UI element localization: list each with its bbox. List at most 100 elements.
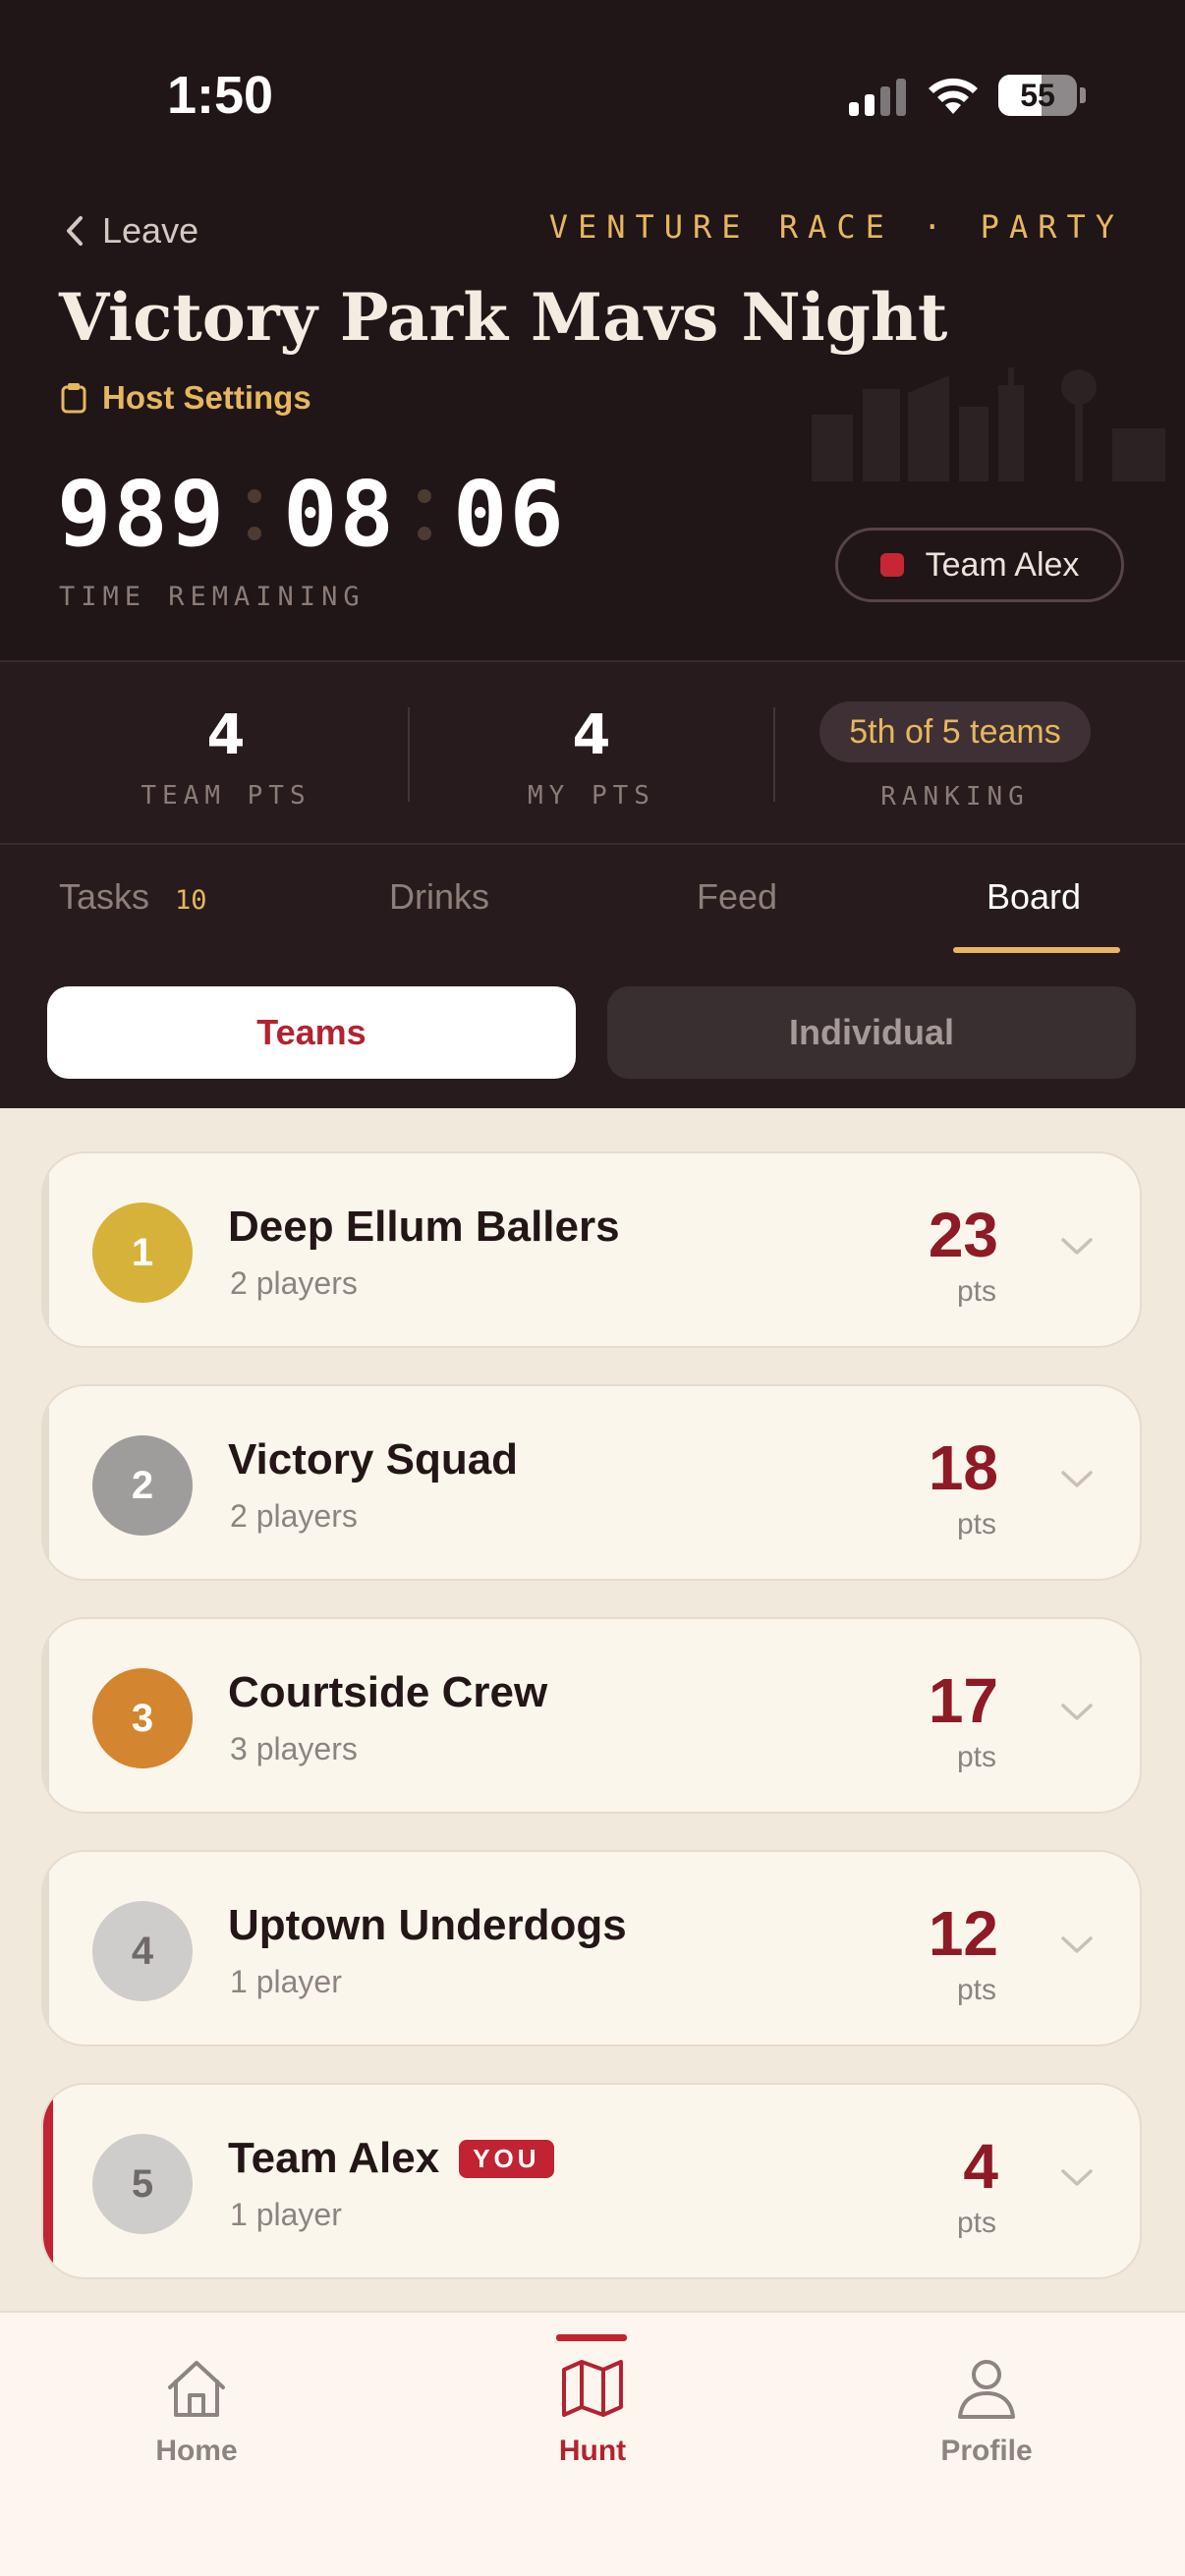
ranking-stat: 5th of 5 teams RANKING	[788, 701, 1122, 812]
divider	[0, 660, 1185, 662]
team-name-text: Courtside Crew	[228, 1668, 548, 1716]
team-points-value: 4	[206, 703, 246, 767]
divider	[0, 843, 1185, 845]
event-tagline: VENTURE RACE · PARTY	[548, 208, 1124, 246]
row-accent-stripe	[43, 2085, 53, 2277]
rank-badge: 2	[92, 1435, 193, 1536]
tab-feed[interactable]: Feed	[697, 876, 777, 918]
my-points-label: MY PTS	[528, 781, 655, 811]
points-unit: pts	[956, 1275, 996, 1308]
team-points-stat: 4 TEAM PTS	[59, 703, 393, 811]
leave-button[interactable]: Leave	[65, 206, 198, 255]
cellular-signal-icon	[849, 79, 908, 116]
nav-hunt[interactable]: Hunt	[475, 2358, 710, 2468]
team-points: 18	[928, 1432, 998, 1503]
timer-hours: 989	[57, 462, 227, 567]
my-points-value: 4	[572, 703, 611, 767]
bottom-navigation: Home Hunt Profile	[0, 2311, 1185, 2576]
clipboard-icon	[61, 383, 86, 414]
leaderboard-row[interactable]: 1 Deep Ellum Ballers 2 players 23 pts	[41, 1151, 1142, 1348]
team-name-text: Deep Ellum Ballers	[228, 1203, 620, 1251]
team-points: 23	[928, 1200, 998, 1270]
tab-tasks[interactable]: Tasks 10	[59, 876, 207, 918]
rank-badge: 5	[92, 2134, 193, 2234]
host-settings-button[interactable]: Host Settings	[61, 379, 311, 417]
row-accent-stripe	[43, 1619, 49, 1812]
player-count: 2 players	[230, 1265, 358, 1301]
segment-teams[interactable]: Teams	[47, 986, 576, 1079]
leaderboard-row[interactable]: 3 Courtside Crew 3 players 17 pts	[41, 1617, 1142, 1814]
row-accent-stripe	[43, 1852, 49, 2044]
rank-number: 5	[131, 2161, 154, 2206]
chevron-down-icon[interactable]	[1059, 1236, 1095, 1258]
leaderboard-row[interactable]: 5 Team Alex YOU 1 player 4 pts	[41, 2083, 1142, 2279]
active-tab-indicator	[953, 947, 1120, 953]
chevron-down-icon[interactable]	[1059, 1469, 1095, 1490]
tab-board[interactable]: Board	[987, 876, 1081, 918]
status-time: 1:50	[167, 66, 274, 125]
team-color-dot	[879, 553, 904, 577]
home-icon	[168, 2361, 225, 2417]
rank-badge: 4	[92, 1901, 193, 2001]
ranking-label: RANKING	[880, 782, 1030, 812]
team-name: Uptown Underdogs	[228, 1901, 627, 1950]
battery-level: 55	[1020, 78, 1055, 113]
rank-badge: 3	[92, 1668, 193, 1768]
my-points-stat: 4 MY PTS	[424, 703, 759, 811]
team-name-text: Victory Squad	[228, 1435, 519, 1484]
team-points: 12	[928, 1898, 998, 1969]
team-name-text: Uptown Underdogs	[228, 1901, 627, 1949]
battery-icon: 55	[998, 75, 1077, 116]
player-count: 3 players	[230, 1731, 358, 1766]
map-icon	[562, 2360, 623, 2417]
timer-seconds: 06	[452, 462, 566, 567]
nav-home[interactable]: Home	[79, 2358, 314, 2468]
event-title: Victory Park Mavs Night	[59, 279, 948, 356]
chevron-down-icon[interactable]	[1059, 1934, 1095, 1956]
tab-tasks-label: Tasks	[59, 876, 150, 917]
skyline-decoration	[812, 367, 1165, 481]
points-unit: pts	[956, 2207, 996, 2239]
rank-number: 4	[131, 1929, 154, 1973]
tab-drinks[interactable]: Drinks	[389, 876, 489, 918]
timer-minutes: 08	[283, 462, 396, 567]
row-accent-stripe	[43, 1386, 49, 1579]
you-badge: YOU	[459, 2139, 554, 2178]
segment-individual[interactable]: Individual	[607, 986, 1136, 1079]
countdown-timer: 989 08 06	[57, 462, 566, 567]
team-name: Team Alex YOU	[228, 2134, 554, 2183]
leave-label: Leave	[102, 210, 199, 251]
rank-number: 3	[131, 1696, 154, 1740]
points-unit: pts	[956, 1508, 996, 1540]
rank-badge: 1	[92, 1203, 193, 1303]
current-team-pill[interactable]: Team Alex	[835, 528, 1124, 602]
chevron-left-icon	[67, 216, 83, 246]
chevron-down-icon[interactable]	[1059, 2167, 1095, 2189]
row-accent-stripe	[43, 1153, 49, 1346]
nav-profile[interactable]: Profile	[869, 2358, 1104, 2468]
team-name: Deep Ellum Ballers	[228, 1203, 620, 1252]
stat-divider	[773, 707, 775, 802]
timer-label: TIME REMAINING	[59, 582, 366, 612]
timer-separator	[417, 470, 431, 560]
active-nav-indicator	[556, 2334, 627, 2341]
stat-divider	[408, 707, 410, 802]
team-name: Victory Squad	[228, 1435, 518, 1484]
tab-tasks-count: 10	[175, 885, 207, 916]
rank-number: 2	[131, 1463, 154, 1507]
current-team-name: Team Alex	[925, 545, 1080, 584]
wifi-icon	[929, 78, 978, 114]
points-unit: pts	[956, 1974, 996, 2006]
team-name-text: Team Alex	[228, 2134, 440, 2182]
person-icon	[958, 2360, 1015, 2419]
team-name: Courtside Crew	[228, 1668, 547, 1717]
team-points: 17	[928, 1665, 998, 1736]
player-count: 2 players	[230, 1498, 358, 1534]
nav-hunt-label: Hunt	[558, 2435, 627, 2467]
nav-home-label: Home	[155, 2435, 238, 2467]
team-points-label: TEAM PTS	[141, 781, 311, 811]
battery-tip	[1080, 87, 1086, 103]
leaderboard-row[interactable]: 4 Uptown Underdogs 1 player 12 pts	[41, 1850, 1142, 2046]
chevron-down-icon[interactable]	[1059, 1702, 1095, 1723]
leaderboard-row[interactable]: 2 Victory Squad 2 players 18 pts	[41, 1384, 1142, 1581]
